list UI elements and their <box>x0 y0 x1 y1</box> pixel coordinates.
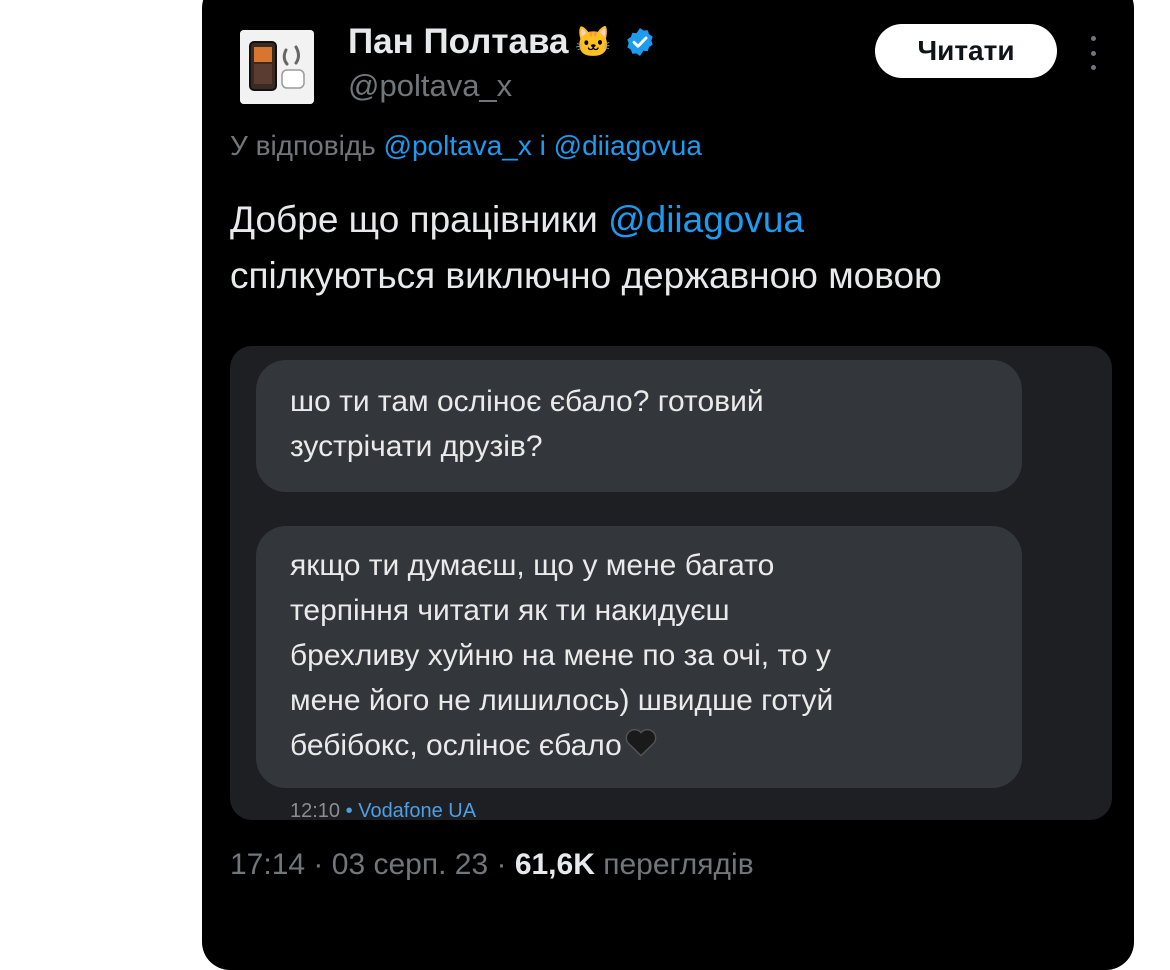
views-label: переглядів <box>603 848 754 881</box>
author-avatar[interactable] <box>240 30 314 104</box>
sms-time: 12:10 <box>290 800 341 820</box>
message-line: брехливу хуйню на мене по за очі, то у <box>290 639 831 672</box>
verified-badge-icon <box>624 26 656 58</box>
reply-mention-poltava[interactable]: @poltava_x <box>384 130 532 161</box>
tweet-mention-diia[interactable]: @diiagovua <box>608 199 804 240</box>
reply-prefix: У відповідь <box>230 130 376 161</box>
message-bubble: якщо ти думаєш, що у мене багато терпінн… <box>256 526 1022 788</box>
cat-emoji: 🐱 <box>574 25 612 59</box>
meta-separator: · <box>496 848 507 881</box>
author-name[interactable]: Пан Полтава 🐱 <box>348 22 656 62</box>
more-dot <box>1090 50 1096 56</box>
media-attachment[interactable]: шо ти там осліноє єбало? готовий зустріч… <box>230 346 1112 820</box>
tweet-date[interactable]: 03 серп. 23 <box>332 848 488 881</box>
message-line: бебібокс, осліноє єбало <box>290 729 622 762</box>
tweet-text-part2: спілкуються виключно державною мовою <box>230 255 942 296</box>
message-line: якщо ти думаєш, що у мене багато <box>290 549 775 582</box>
tweet-time[interactable]: 17:14 <box>230 848 305 881</box>
sms-meta: 12:10 • Vodafone UA <box>290 800 476 820</box>
message-bubble: шо ти там осліноє єбало? готовий зустріч… <box>256 360 1022 492</box>
tweet-text-part1: Добре що працівники <box>230 199 598 240</box>
message-line: мене його не лишилось) швидше готуй <box>290 684 834 717</box>
meta-separator: · <box>313 848 324 881</box>
more-vertical-icon[interactable] <box>1086 36 1100 70</box>
message-line: терпіння читати як ти накидуєш <box>290 594 730 627</box>
black-heart-icon <box>624 725 658 770</box>
more-dot <box>1090 65 1096 70</box>
tweet-text: Добре що працівники @diiagovua спілкують… <box>230 192 1120 304</box>
sms-separator: • <box>345 800 353 820</box>
phone-and-airpods-icon <box>240 30 314 104</box>
reply-mention-diia[interactable]: @diiagovua <box>554 130 702 161</box>
sms-carrier: Vodafone UA <box>358 800 477 820</box>
tweet-meta: 17:14 · 03 серп. 23 · 61,6K переглядів <box>230 848 754 882</box>
message-line: зустрічати друзів? <box>290 430 543 463</box>
tweet-card: Пан Полтава 🐱 @poltava_x Читати У відпові… <box>202 0 1134 970</box>
reply-context: У відповідь @poltava_x і @diiagovua <box>230 130 702 162</box>
message-line: шо ти там осліноє єбало? готовий <box>290 385 764 418</box>
more-dot <box>1090 36 1096 41</box>
author-handle[interactable]: @poltava_x <box>348 68 512 104</box>
reply-conjunction: і <box>539 130 546 161</box>
follow-button[interactable]: Читати <box>875 24 1057 78</box>
author-display-name: Пан Полтава <box>348 22 569 61</box>
views-count[interactable]: 61,6K <box>515 848 595 881</box>
